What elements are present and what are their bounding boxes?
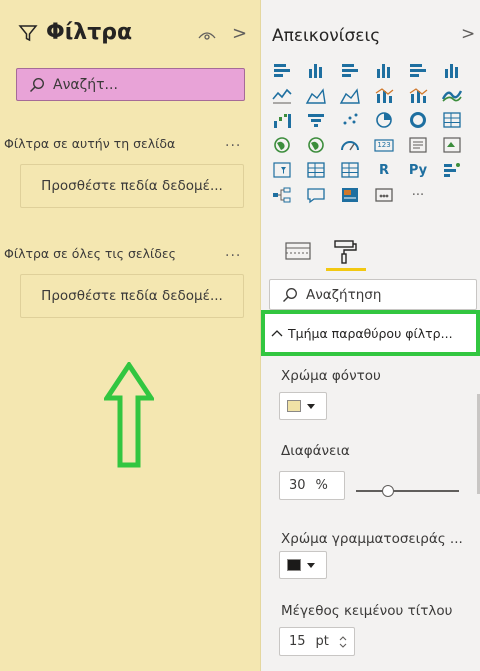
filters-on-this-page-more-button[interactable]: ... bbox=[225, 134, 241, 150]
scatter-chart-icon[interactable] bbox=[339, 110, 361, 130]
transparency-label: Διαφάνεια bbox=[281, 443, 350, 459]
area-chart-icon[interactable] bbox=[305, 85, 327, 105]
chevron-down-icon bbox=[307, 403, 315, 409]
slider-track bbox=[356, 490, 459, 492]
filter-icon bbox=[18, 24, 38, 41]
r-visual-label: R bbox=[378, 162, 389, 178]
search-icon bbox=[283, 287, 297, 302]
gauge-icon[interactable] bbox=[339, 135, 361, 155]
waterfall-chart-icon[interactable] bbox=[271, 110, 293, 130]
all-pages-filters-drop-zone[interactable]: Προσθέστε πεδία δεδομέ... bbox=[20, 274, 244, 318]
background-color-picker[interactable] bbox=[279, 392, 327, 420]
filter-pane-section-title: Τμήμα παραθύρου φίλτρ... bbox=[288, 325, 453, 341]
more-visuals-icon[interactable]: ··· bbox=[407, 185, 429, 205]
r-visual-icon[interactable]: R bbox=[373, 160, 395, 180]
card-icon-label: 123 bbox=[377, 141, 391, 149]
more-visuals-label: ··· bbox=[411, 187, 425, 203]
ribbon-chart-icon[interactable] bbox=[441, 85, 463, 105]
pie-chart-icon[interactable] bbox=[373, 110, 395, 130]
transparency-slider[interactable] bbox=[356, 485, 459, 497]
visual-types-gallery: 123 R Py ··· bbox=[271, 60, 477, 208]
format-search-input[interactable]: Αναζήτηση bbox=[269, 279, 477, 310]
chevron-up-icon bbox=[271, 330, 283, 337]
format-search-placeholder: Αναζήτηση bbox=[306, 286, 382, 303]
map-icon[interactable] bbox=[271, 135, 293, 155]
stacked-bar-chart-icon[interactable] bbox=[271, 60, 293, 80]
table-icon[interactable] bbox=[305, 160, 327, 180]
donut-chart-icon[interactable] bbox=[407, 110, 429, 130]
filters-title: Φίλτρα bbox=[18, 20, 132, 45]
slider-thumb[interactable] bbox=[382, 485, 394, 497]
title-text-size-input[interactable]: 15 pt bbox=[279, 627, 355, 656]
filled-map-icon[interactable] bbox=[305, 135, 327, 155]
collapse-filters-chevron-icon[interactable]: > bbox=[232, 23, 247, 44]
line-chart-icon[interactable] bbox=[271, 85, 293, 105]
filters-search-input[interactable]: Αναζήτ... bbox=[16, 68, 245, 101]
collapse-visualizations-chevron-icon[interactable]: > bbox=[461, 24, 475, 44]
font-color-picker[interactable] bbox=[279, 551, 327, 579]
filters-on-this-page-heading: Φίλτρα σε αυτήν τη σελίδα bbox=[4, 136, 176, 151]
title-text-size-label: Μέγεθος κειμένου τίτλου bbox=[281, 603, 453, 619]
python-visual-icon[interactable]: Py bbox=[407, 160, 429, 180]
matrix-icon[interactable] bbox=[339, 160, 361, 180]
visualizations-title: Απεικονίσεις bbox=[272, 26, 381, 46]
funnel-chart-icon[interactable] bbox=[305, 110, 327, 130]
clustered-bar-chart-icon[interactable] bbox=[339, 60, 361, 80]
page-filters-drop-zone[interactable]: Προσθέστε πεδία δεδομέ... bbox=[20, 164, 244, 208]
filters-search-placeholder: Αναζήτ... bbox=[53, 76, 118, 93]
up-arrow-annotation-icon bbox=[104, 362, 154, 468]
filters-on-all-pages-more-button[interactable]: ... bbox=[225, 244, 241, 260]
clustered-column-chart-icon[interactable] bbox=[373, 60, 395, 80]
smart-narrative-icon[interactable] bbox=[339, 185, 361, 205]
slicer-icon[interactable] bbox=[271, 160, 293, 180]
decomposition-tree-icon[interactable] bbox=[271, 185, 293, 205]
transparency-input[interactable]: 30 % bbox=[279, 471, 345, 500]
qa-icon[interactable] bbox=[305, 185, 327, 205]
line-and-clustered-column-chart-icon[interactable] bbox=[407, 85, 429, 105]
card-icon[interactable]: 123 bbox=[373, 135, 395, 155]
visualizations-pane: Απεικονίσεις > 123 R Py ··· Αναζήτηση Τμήμα… bbox=[261, 0, 480, 671]
search-icon bbox=[29, 77, 45, 92]
spinner-icon[interactable] bbox=[338, 633, 348, 651]
treemap-icon[interactable] bbox=[441, 110, 463, 130]
python-visual-label: Py bbox=[408, 162, 428, 178]
background-color-label: Χρώμα φόντου bbox=[281, 368, 381, 384]
filter-pane-section-header[interactable]: Τμήμα παραθύρου φίλτρ... bbox=[261, 310, 480, 356]
multi-row-card-icon[interactable] bbox=[407, 135, 429, 155]
100-percent-bar-chart-icon[interactable] bbox=[407, 60, 429, 80]
filters-pane: Φίλτρα > Αναζήτ... Φίλτρα σε αυτήν τη σε… bbox=[0, 0, 261, 671]
transparency-value: 30 bbox=[289, 478, 306, 493]
kpi-icon[interactable] bbox=[441, 135, 463, 155]
background-color-swatch bbox=[287, 400, 301, 412]
100-percent-column-chart-icon[interactable] bbox=[441, 60, 463, 80]
key-influencers-icon[interactable] bbox=[441, 160, 463, 180]
title-text-size-value: 15 bbox=[289, 634, 306, 649]
chevron-down-icon bbox=[307, 562, 315, 568]
stacked-area-chart-icon[interactable] bbox=[339, 85, 361, 105]
filters-on-all-pages-heading: Φίλτρα σε όλες τις σελίδες bbox=[4, 246, 177, 261]
title-text-size-unit: pt bbox=[315, 634, 329, 649]
eye-icon[interactable] bbox=[198, 26, 216, 45]
fields-tab-icon[interactable] bbox=[283, 240, 313, 262]
filters-title-text: Φίλτρα bbox=[46, 20, 133, 45]
line-and-column-chart-icon[interactable] bbox=[373, 85, 395, 105]
font-color-swatch bbox=[287, 559, 301, 571]
transparency-unit: % bbox=[315, 478, 328, 493]
stacked-column-chart-icon[interactable] bbox=[305, 60, 327, 80]
paginated-report-icon[interactable] bbox=[373, 185, 395, 205]
font-color-label: Χρώμα γραμματοσειράς ... bbox=[281, 531, 463, 547]
format-paint-roller-icon[interactable] bbox=[330, 238, 360, 264]
format-tab-active-indicator bbox=[326, 268, 366, 271]
